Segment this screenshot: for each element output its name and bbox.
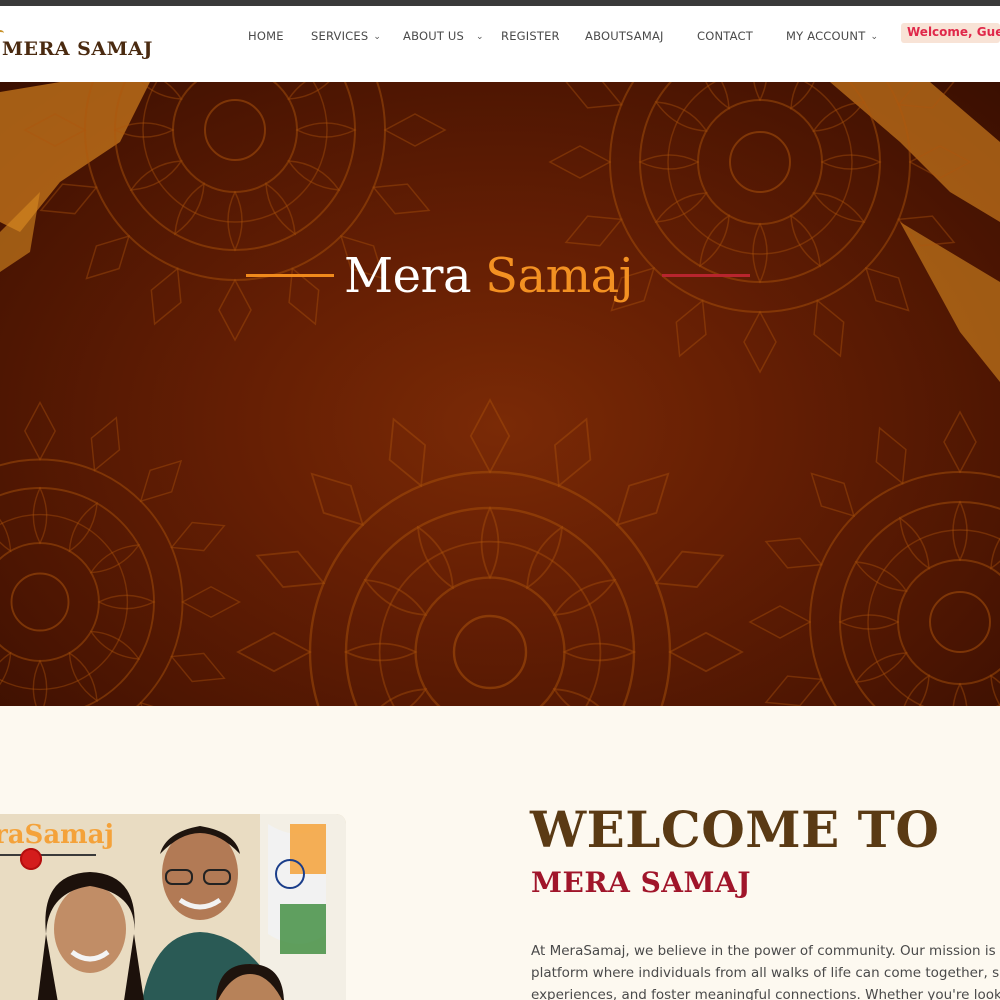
chevron-down-icon: ⌄ bbox=[870, 32, 879, 42]
mandala-pattern-decoration bbox=[0, 82, 1000, 706]
nav-home[interactable]: HOME bbox=[248, 29, 284, 43]
nav-my-account-label: MY ACCOUNT bbox=[786, 29, 866, 43]
nav-my-account[interactable]: MY ACCOUNT ⌄ bbox=[786, 29, 878, 43]
hero-title-word-2: Samaj bbox=[485, 248, 634, 304]
welcome-description-line: platform where individuals from all walk… bbox=[531, 965, 1000, 981]
hero-banner: Mera Samaj bbox=[0, 82, 1000, 706]
hero-line-left bbox=[246, 274, 334, 277]
welcome-description: At MeraSamaj, we believe in the power of… bbox=[531, 940, 1000, 1000]
nav-register-label: REGISTER bbox=[501, 29, 560, 43]
chevron-down-icon: ⌄ bbox=[476, 32, 484, 42]
flower-icon bbox=[20, 848, 42, 870]
hero-title-block: Mera Samaj bbox=[246, 248, 750, 314]
photo-brand-underline bbox=[0, 854, 96, 856]
nav-aboutsamaj-label: ABOUTSAMAJ bbox=[585, 29, 664, 43]
welcome-description-line: experiences, and foster meaningful conne… bbox=[531, 987, 1000, 1000]
hero-title: Mera Samaj bbox=[344, 248, 634, 304]
chevron-down-icon: ⌄ bbox=[373, 32, 382, 42]
nav-home-label: HOME bbox=[248, 29, 284, 43]
welcome-description-line: At MeraSamaj, we believe in the power of… bbox=[531, 943, 1000, 959]
nav-about-us[interactable]: ABOUT US ⌄ bbox=[403, 29, 484, 43]
community-photo: raSamaj bbox=[0, 814, 346, 1000]
nav-register[interactable]: REGISTER bbox=[501, 29, 560, 43]
nav-contact-label: CONTACT bbox=[697, 29, 753, 43]
hero-line-right bbox=[662, 274, 750, 277]
site-header: MERA SAMAJ HOME SERVICES ⌄ ABOUT US ⌄ REGI… bbox=[0, 6, 1000, 82]
photo-brand-text: raSamaj bbox=[0, 820, 114, 850]
welcome-title: WELCOME TO bbox=[530, 800, 940, 859]
nav-aboutsamaj[interactable]: ABOUTSAMAJ bbox=[585, 29, 664, 43]
nav-about-us-label: ABOUT US bbox=[403, 29, 465, 43]
nav-services-label: SERVICES bbox=[311, 29, 369, 43]
nav-contact[interactable]: CONTACT bbox=[697, 29, 753, 43]
welcome-subtitle: MERA SAMAJ bbox=[531, 866, 751, 899]
main-nav: HOME SERVICES ⌄ ABOUT US ⌄ REGISTER ABOUTS… bbox=[0, 6, 1000, 82]
hero-title-word-1: Mera bbox=[344, 248, 472, 304]
welcome-badge: Welcome, Guest bbox=[901, 23, 1000, 43]
nav-services[interactable]: SERVICES ⌄ bbox=[311, 29, 381, 43]
